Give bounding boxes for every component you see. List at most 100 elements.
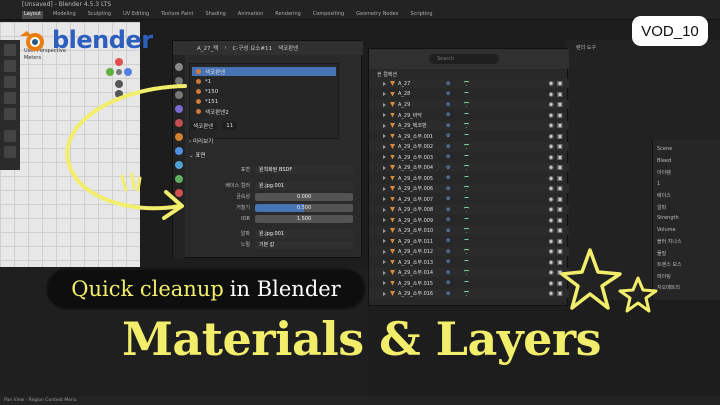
visibility-eye-icon[interactable]: ◉ [547, 196, 555, 203]
material-slot[interactable]: *150 [192, 87, 336, 96]
outliner-row[interactable]: A_29_소부.008 ⚙ ◉ ▣ [369, 205, 569, 214]
prop-row-roughness[interactable]: 거칠기 0.500 [203, 203, 353, 212]
breadcrumb-material[interactable]: C-구성 요소#11 [233, 44, 272, 52]
expand-arrow-icon[interactable] [383, 291, 387, 296]
render-camera-icon[interactable]: ▣ [555, 206, 565, 213]
visibility-eye-icon[interactable]: ◉ [547, 175, 555, 182]
expand-arrow-icon[interactable] [383, 165, 387, 170]
visibility-eye-icon[interactable]: ◉ [547, 217, 555, 224]
right-prop-item[interactable]: 알파 [657, 204, 666, 211]
render-camera-icon[interactable]: ▣ [555, 122, 565, 129]
outliner-row[interactable]: A_29_소부.016 ⚙ ◉ ▣ [369, 289, 569, 298]
visibility-eye-icon[interactable]: ◉ [547, 206, 555, 213]
workspace-tab[interactable]: Layout [22, 11, 43, 19]
visibility-eye-icon[interactable]: ◉ [547, 227, 555, 234]
expand-arrow-icon[interactable] [383, 218, 387, 222]
render-camera-icon[interactable]: ▣ [555, 227, 565, 234]
outliner-row[interactable]: A_29_소부.012 ⚙ ◉ ▣ [369, 247, 569, 256]
visibility-eye-icon[interactable]: ◉ [547, 290, 555, 297]
expand-arrow-icon[interactable] [383, 113, 387, 117]
render-camera-icon[interactable]: ▣ [555, 175, 565, 182]
breadcrumb-material-right[interactable]: 색코판넨 [278, 44, 298, 52]
right-prop-item[interactable]: Scene [657, 146, 672, 152]
workspace-tab[interactable]: Rendering [273, 11, 303, 19]
right-prop-item[interactable]: 베이스 [657, 192, 671, 199]
prop-value[interactable]: 1.500 [255, 214, 353, 223]
render-camera-icon[interactable]: ▣ [555, 80, 565, 87]
prop-row-ior[interactable]: IOR 1.500 [203, 214, 353, 223]
outliner-row[interactable]: A_29_소부.009 ⚙ ◉ ▣ [369, 216, 569, 225]
visibility-eye-icon[interactable]: ◉ [547, 91, 555, 98]
expand-arrow-icon[interactable] [383, 270, 387, 275]
workspace-tab[interactable]: Modeling [51, 11, 78, 19]
workspace-tab[interactable]: Scripting [408, 11, 434, 19]
workspace-tab[interactable]: Geometry Nodes [354, 11, 400, 19]
workspace-tab[interactable]: Animation [236, 11, 266, 19]
expand-arrow-icon[interactable] [383, 102, 387, 107]
outliner-row[interactable]: A_29_소부.004 ⚙ ◉ ▣ [369, 163, 569, 172]
expand-arrow-icon[interactable] [383, 123, 387, 128]
prop-value[interactable]: 원.jpg.001 [255, 229, 353, 238]
outliner-row[interactable]: A_29_소부.010 ⚙ ◉ ▣ [369, 226, 569, 235]
visibility-eye-icon[interactable]: ◉ [547, 143, 555, 150]
expand-arrow-icon[interactable] [383, 134, 387, 138]
prop-value[interactable]: 원.jpg.001 [255, 181, 353, 190]
prop-value[interactable]: 기본 값 [255, 240, 353, 249]
visibility-eye-icon[interactable]: ◉ [547, 185, 555, 192]
expand-arrow-icon[interactable] [383, 81, 387, 86]
outliner-row[interactable]: A_29_소부.002 ⚙ ◉ ▣ [369, 142, 569, 151]
expand-arrow-icon[interactable] [383, 197, 387, 201]
render-camera-icon[interactable]: ▣ [555, 154, 565, 161]
render-camera-icon[interactable]: ▣ [555, 196, 565, 203]
expand-arrow-icon[interactable] [383, 92, 387, 96]
expand-arrow-icon[interactable] [383, 249, 387, 254]
workspace-tab[interactable]: Sculpting [86, 11, 113, 19]
visibility-eye-icon[interactable]: ◉ [547, 80, 555, 87]
material-slot[interactable]: 색코판넨 [192, 67, 336, 76]
breadcrumb-object[interactable]: A_27_텍 [197, 44, 218, 52]
outliner-row[interactable]: A_29_소부.013 ⚙ ◉ ▣ [369, 258, 569, 267]
expand-arrow-icon[interactable] [383, 228, 387, 233]
outliner-row[interactable]: A_29_소부.011 ⚙ ◉ ▣ [369, 237, 569, 246]
outliner-row[interactable]: A_29_소부.001 ⚙ ◉ ▣ [369, 132, 569, 141]
move-tool-icon[interactable] [4, 76, 16, 88]
expand-arrow-icon[interactable] [383, 207, 387, 212]
right-prop-item[interactable]: Volume [657, 227, 676, 233]
render-camera-icon[interactable]: ▣ [555, 133, 565, 140]
visibility-eye-icon[interactable]: ◉ [547, 154, 555, 161]
render-camera-icon[interactable]: ▣ [555, 143, 565, 150]
select-tool-icon[interactable] [4, 44, 16, 56]
outliner-row[interactable]: A_29_소부.003 ⚙ ◉ ▣ [369, 153, 569, 162]
render-camera-icon[interactable]: ▣ [555, 91, 565, 98]
rotate-tool-icon[interactable] [4, 92, 16, 104]
prop-row-base-color[interactable]: 베이스 컬러 원.jpg.001 [203, 181, 353, 190]
tool-tab-icon[interactable] [175, 63, 183, 71]
render-camera-icon[interactable]: ▣ [555, 164, 565, 171]
right-prop-item[interactable]: Bleed [657, 158, 671, 164]
material-users-count[interactable]: 11 [222, 122, 238, 130]
outliner-row[interactable]: A_28 ⚙ ◉ ▣ [369, 90, 569, 99]
render-camera-icon[interactable]: ▣ [555, 112, 565, 119]
outliner-row[interactable]: A_29_텍코판 ⚙ ◉ ▣ [369, 121, 569, 130]
outliner-search-input[interactable]: Search [429, 54, 499, 64]
expand-arrow-icon[interactable] [383, 239, 387, 243]
prop-row-normal[interactable]: 노멀 기본 값 [203, 240, 353, 249]
visibility-eye-icon[interactable]: ◉ [547, 112, 555, 119]
right-prop-item[interactable]: 1 [657, 181, 660, 187]
visibility-eye-icon[interactable]: ◉ [547, 238, 555, 245]
prop-row-metallic[interactable]: 금속성 0.000 [203, 192, 353, 201]
workspace-tab[interactable]: Compositing [311, 11, 346, 19]
render-camera-icon[interactable]: ▣ [555, 101, 565, 108]
prop-row-surface[interactable]: 표면 원칙화된 BSDF [203, 165, 353, 174]
workspace-tab[interactable]: Texture Paint [159, 11, 195, 19]
visibility-eye-icon[interactable]: ◉ [547, 164, 555, 171]
prop-value[interactable]: 원칙화된 BSDF [255, 165, 353, 174]
right-prop-item[interactable]: Strength [657, 215, 679, 221]
outliner-row[interactable]: A_29_소부.005 ⚙ ◉ ▣ [369, 174, 569, 183]
annotate-tool-icon[interactable] [4, 130, 16, 142]
outliner-row[interactable]: A_29_소부.007 ⚙ ◉ ▣ [369, 195, 569, 204]
scale-tool-icon[interactable] [4, 108, 16, 120]
visibility-eye-icon[interactable]: ◉ [547, 269, 555, 276]
visibility-eye-icon[interactable]: ◉ [547, 248, 555, 255]
prop-value[interactable]: 0.000 [255, 192, 353, 201]
